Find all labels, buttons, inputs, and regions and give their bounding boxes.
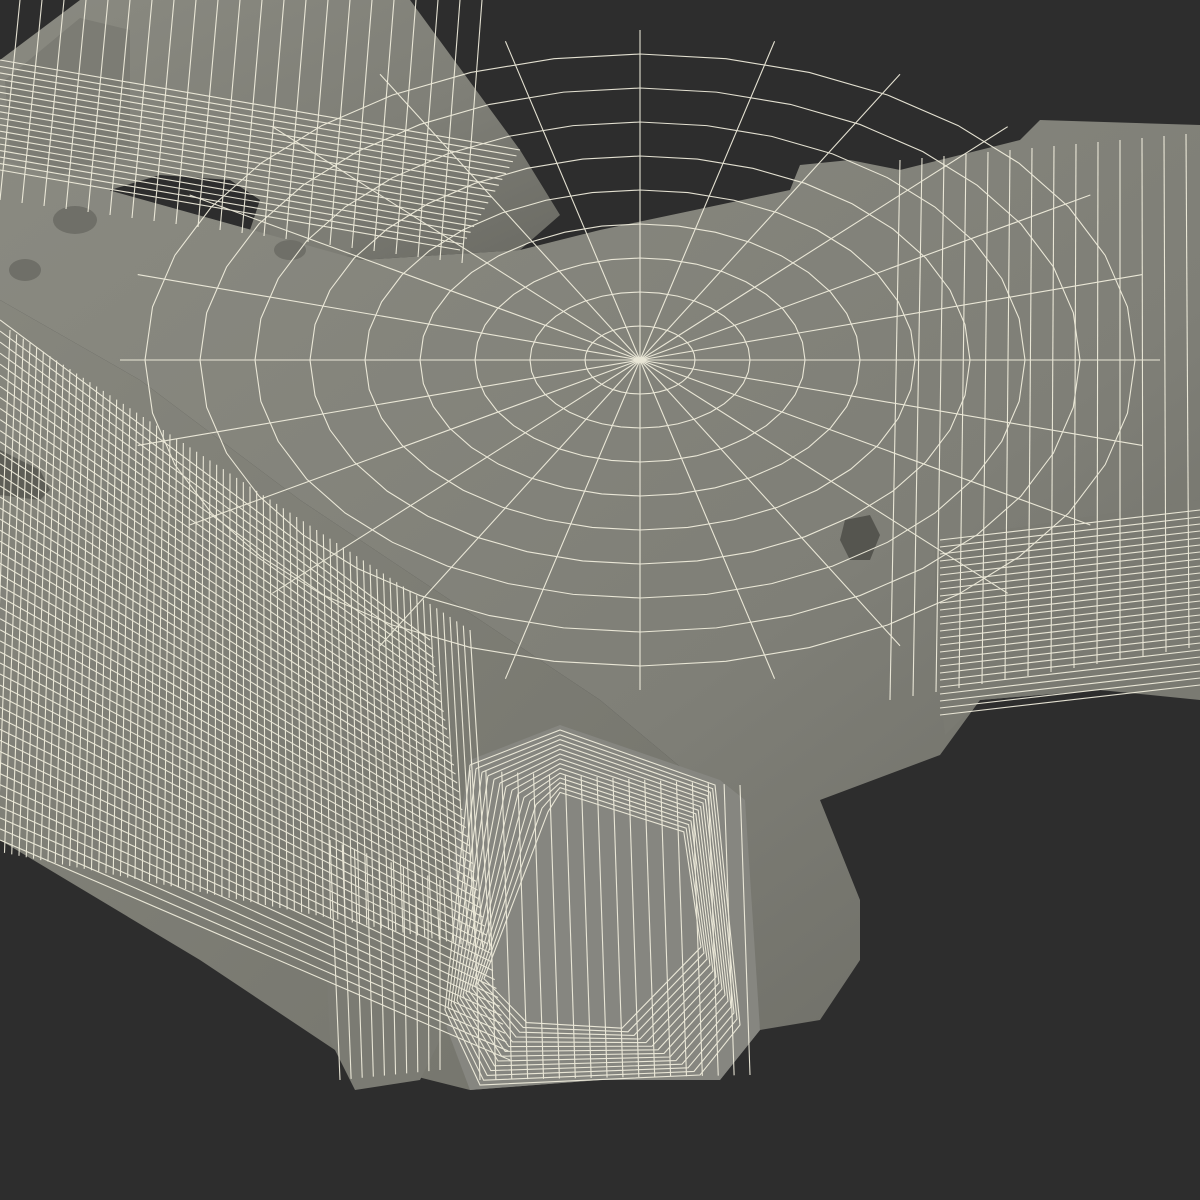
wireframe-model: [0, 0, 1200, 1090]
frame-pin-2: [9, 259, 41, 281]
render-viewport: [0, 0, 1200, 1200]
frame-pin-3: [274, 240, 306, 260]
frame-pin-1: [53, 206, 97, 234]
